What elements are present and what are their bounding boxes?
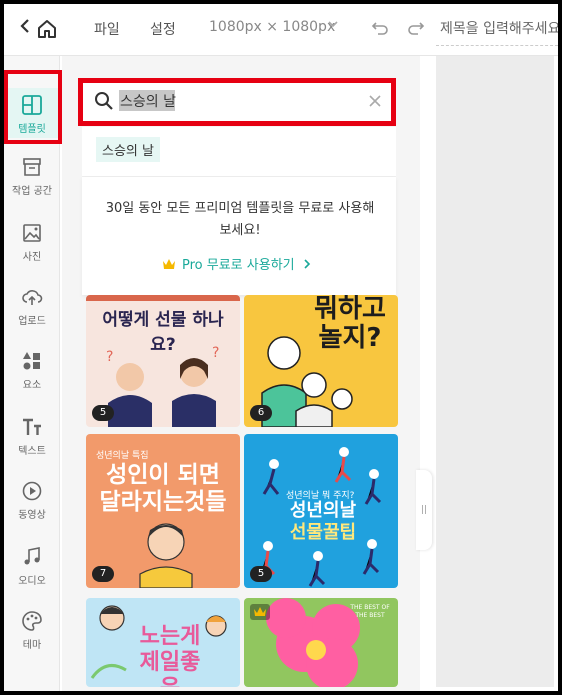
template-title: 노는게 제일좋은	[139, 624, 201, 687]
page-count-badge: 6	[250, 405, 272, 421]
sidebar-item-label: 사진	[22, 252, 42, 263]
elements-icon	[23, 352, 40, 370]
photo-icon	[23, 224, 41, 242]
search-icon	[94, 91, 114, 111]
template-card[interactable]: 성년의날 특집 성인이 되면 달라지는것들 7	[86, 434, 240, 588]
template-title: 어떻게 선물 하나요?	[102, 310, 224, 355]
template-title: 뭐하고 놀지?	[314, 295, 386, 353]
sidebar: 템플릿 작업 공간 사진 업로드 요소 텍스트 동영상 오디오 테마	[4, 56, 60, 691]
suggestion-item[interactable]: 스승의 날	[96, 137, 160, 162]
document-title-input[interactable]: 제목을 입력해주세요.	[436, 12, 558, 46]
template-illustration	[139, 523, 193, 588]
sidebar-item-workspace[interactable]: 작업 공간	[4, 156, 60, 197]
close-icon[interactable]	[366, 92, 384, 110]
template-card[interactable]: THE BEST OF THE BEST	[244, 598, 398, 687]
template-title-line: 성년의날	[289, 500, 357, 521]
sidebar-item-label: 테마	[22, 640, 42, 651]
canvas-size-selector[interactable]: 1080px × 1080px	[209, 19, 335, 35]
sidebar-item-label: 동영상	[18, 510, 46, 521]
page-count-badge: 7	[92, 566, 114, 582]
sidebar-item-label: 업로드	[18, 316, 46, 327]
audio-icon	[24, 547, 40, 565]
workspace-icon	[23, 158, 41, 176]
sidebar-item-theme[interactable]: 테마	[4, 610, 60, 651]
search-input[interactable]	[120, 88, 350, 114]
sidebar-item-label: 요소	[22, 380, 42, 391]
page-count-badge: 5	[250, 566, 272, 582]
top-bar: 파일 설정 1080px × 1080px 제목을 입력해주세요.	[4, 4, 558, 56]
template-card[interactable]: 뭐하고 놀지? 6	[244, 295, 398, 427]
sidebar-item-upload[interactable]: 업로드	[4, 286, 60, 327]
pro-free-trial-link[interactable]: Pro 무료로 사용하기	[162, 254, 311, 273]
sidebar-item-text[interactable]: 텍스트	[4, 416, 60, 457]
promo-link-label: Pro 무료로 사용하기	[182, 258, 295, 273]
text-icon	[23, 418, 41, 435]
home-icon[interactable]	[36, 18, 58, 40]
premium-crown-icon	[250, 604, 270, 620]
panel-collapse-handle[interactable]: ||	[416, 470, 432, 550]
sidebar-item-label: 오디오	[18, 576, 46, 587]
template-subtitle: THE BEST OF THE BEST	[350, 604, 390, 619]
crown-icon	[163, 259, 175, 269]
highlight-frame-sidebar	[4, 70, 62, 144]
design-canvas-area[interactable]	[436, 56, 554, 687]
redo-icon[interactable]	[406, 18, 426, 38]
template-card[interactable]: 성년의날 뭐 주지? 성년의날 선물꿀팁 5	[244, 434, 398, 588]
template-title-line: 선물꿀팁	[289, 522, 357, 543]
page-count-badge: 5	[92, 405, 114, 421]
chevron-right-icon	[304, 259, 310, 269]
video-icon	[22, 481, 42, 501]
template-card[interactable]: ? ? 어떻게 선물 하나요? 5	[86, 295, 240, 427]
menu-settings[interactable]: 설정	[150, 19, 176, 39]
template-subtitle: 성년의날 특집	[96, 451, 149, 461]
sidebar-item-video[interactable]: 동영상	[4, 480, 60, 521]
promo-text: 30일 동안 모든 프리미엄 템플릿을 무료로 사용해 보세요!	[105, 201, 375, 238]
sidebar-item-label: 작업 공간	[12, 186, 52, 197]
template-title: 성인이 되면 달라지는것들	[99, 462, 227, 515]
undo-icon[interactable]	[370, 18, 390, 38]
template-title: 성년의날 선물꿀팁	[268, 500, 378, 544]
sidebar-item-elements[interactable]: 요소	[4, 350, 60, 391]
theme-icon	[22, 611, 42, 631]
chevron-down-icon[interactable]	[327, 18, 339, 34]
back-icon[interactable]	[20, 18, 36, 40]
menu-file[interactable]: 파일	[94, 19, 120, 39]
sidebar-item-label: 텍스트	[18, 446, 46, 457]
template-card[interactable]: 노는게 제일좋은	[86, 598, 240, 687]
upload-icon	[22, 290, 43, 305]
sidebar-item-audio[interactable]: 오디오	[4, 546, 60, 587]
sidebar-item-photo[interactable]: 사진	[4, 222, 60, 263]
